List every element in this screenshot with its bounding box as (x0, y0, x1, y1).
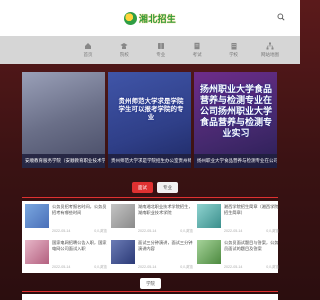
section-underline (22, 291, 278, 292)
banner-card[interactable]: 贵州师范大学求是学院学生可以报考学院的专业 贵州师范大学求是学院招生办公室贵州师… (108, 72, 191, 168)
article-views: 0人浏览 (180, 265, 193, 269)
article-views: 0人浏览 (266, 265, 279, 269)
article-meta: 2022-05-14 0人浏览 (224, 265, 279, 270)
tab-colleges[interactable]: 学院 (140, 278, 161, 289)
nav-item-majors[interactable]: 专业 (151, 36, 171, 64)
book-icon (157, 42, 165, 50)
site-logo[interactable]: 湘北招生 (123, 11, 177, 25)
nav-item-sitemap[interactable]: 网站地图 (260, 36, 280, 64)
list-item[interactable]: 湖南湘北职业技术学院招生，湖南职业技术学院 2022-05-14 0人浏览 (111, 204, 193, 234)
article-title[interactable]: 公务员招考报名时间，公务员招考有哪些时间 (52, 204, 107, 215)
nav-item-home[interactable]: 首页 (78, 36, 98, 64)
banner-overlay-text: 扬州职业大学食品营养与检测专业在公司扬州职业大学食品营养与检测专业实习 (199, 84, 272, 138)
featured-banners: 安顺教育服务学院（安顺教育职业技术学院） 贵州师范大学求是学院学生可以报考学院的… (22, 72, 278, 168)
article-title[interactable]: 湖南湘北职业技术学院招生，湖南职业技术学院 (138, 204, 193, 215)
article-list: 公务员招考报名时间，公务员招考有哪些时间 2022-05-14 0人浏览 湖南湘… (22, 201, 279, 273)
banner-card[interactable]: 安顺教育服务学院（安顺教育职业技术学院） (22, 72, 105, 168)
article-thumbnail[interactable] (25, 240, 49, 264)
article-views: 0人浏览 (94, 229, 107, 233)
exam-icon (193, 42, 201, 50)
nav-item-schools[interactable]: 院校 (114, 36, 134, 64)
article-title[interactable]: 湘西学院招生简章（湘西学院招生简章） (224, 204, 279, 215)
tab-interview[interactable]: 面试 (132, 182, 153, 193)
sitemap-icon (266, 42, 274, 50)
building-icon (230, 42, 238, 50)
article-title[interactable]: 国家电网招聘公告入职，国家电网公司面试入职 (52, 240, 107, 251)
section-panel (22, 294, 278, 300)
article-info: 湖南湘北职业技术学院招生，湖南职业技术学院 2022-05-14 0人浏览 (138, 204, 193, 234)
article-meta: 2022-05-14 0人浏览 (52, 265, 107, 270)
logo-text: 湘北招生 (138, 13, 177, 24)
home-icon (84, 42, 92, 50)
article-date: 2022-05-14 (52, 229, 71, 233)
list-item[interactable]: 国家电网招聘公告入职，国家电网公司面试入职 2022-05-14 0人浏览 (25, 240, 107, 270)
article-thumbnail[interactable] (25, 204, 49, 228)
logo-icon (123, 11, 137, 25)
banner-caption: 安顺教育服务学院（安顺教育职业技术学院） (22, 154, 105, 168)
article-info: 面试三分钟演讲，面试三分钟演讲内容 2022-05-14 0人浏览 (138, 240, 193, 270)
main-nav: 首页 院校 专业 考试 学校 网站地图 (0, 36, 300, 64)
nav-item-label: 网站地图 (260, 52, 279, 57)
article-meta: 2022-05-14 0人浏览 (138, 229, 193, 234)
banner-caption: 扬州职业大学食品营养与检测专业在公司实习 (194, 154, 277, 168)
article-info: 公务员招考报名时间，公务员招考有哪些时间 2022-05-14 0人浏览 (52, 204, 107, 234)
article-info: 湘西学院招生简章（湘西学院招生简章） 2022-05-14 0人浏览 (224, 204, 279, 234)
nav-item-label: 考试 (192, 52, 202, 57)
banner-caption: 贵州师范大学求是学院招生办公室贵州师范大学 (108, 154, 191, 168)
article-date: 2022-05-14 (138, 265, 157, 269)
article-views: 0人浏览 (94, 265, 107, 269)
article-thumbnail[interactable] (197, 240, 221, 264)
nav-item-colleges[interactable]: 学校 (224, 36, 244, 64)
school-icon (120, 42, 128, 50)
category-tabs: 面试 专业 (132, 182, 178, 193)
article-meta: 2022-05-14 0人浏览 (138, 265, 193, 270)
site-header: 湘北招生 (0, 0, 300, 36)
article-views: 0人浏览 (180, 229, 193, 233)
article-thumbnail[interactable] (111, 204, 135, 228)
nav-item-label: 首页 (83, 52, 93, 57)
list-item[interactable]: 面试三分钟演讲，面试三分钟演讲内容 2022-05-14 0人浏览 (111, 240, 193, 270)
article-meta: 2022-05-14 0人浏览 (52, 229, 107, 234)
nav-item-label: 学校 (229, 52, 239, 57)
article-title[interactable]: 面试三分钟演讲，面试三分钟演讲内容 (138, 240, 193, 251)
nav-item-label: 院校 (119, 52, 129, 57)
article-info: 公务员面试题目与答案，公务员面试的题目及答案 2022-05-14 0人浏览 (224, 240, 279, 270)
banner-card[interactable]: 扬州职业大学食品营养与检测专业在公司扬州职业大学食品营养与检测专业实习 扬州职业… (194, 72, 277, 168)
article-info: 国家电网招聘公告入职，国家电网公司面试入职 2022-05-14 0人浏览 (52, 240, 107, 270)
search-button[interactable] (276, 13, 286, 23)
list-item[interactable]: 湘西学院招生简章（湘西学院招生简章） 2022-05-14 0人浏览 (197, 204, 279, 234)
article-meta: 2022-05-14 0人浏览 (224, 229, 279, 234)
list-item[interactable]: 公务员招考报名时间，公务员招考有哪些时间 2022-05-14 0人浏览 (25, 204, 107, 234)
article-date: 2022-05-14 (138, 229, 157, 233)
article-date: 2022-05-14 (224, 265, 243, 269)
article-title[interactable]: 公务员面试题目与答案，公务员面试的题目及答案 (224, 240, 279, 251)
banner-overlay-text: 贵州师范大学求是学院学生可以报考学院的专业 (118, 98, 184, 121)
nav-item-label: 专业 (156, 52, 166, 57)
article-date: 2022-05-14 (224, 229, 243, 233)
nav-item-exams[interactable]: 考试 (187, 36, 207, 64)
article-thumbnail[interactable] (111, 240, 135, 264)
article-views: 0人浏览 (266, 229, 279, 233)
tab-majors[interactable]: 专业 (157, 182, 178, 193)
search-icon (277, 13, 285, 23)
article-date: 2022-05-14 (52, 265, 71, 269)
tab-underline (22, 197, 278, 198)
list-item[interactable]: 公务员面试题目与答案，公务员面试的题目及答案 2022-05-14 0人浏览 (197, 240, 279, 270)
section-tabs: 学院 (140, 278, 161, 289)
article-thumbnail[interactable] (197, 204, 221, 228)
